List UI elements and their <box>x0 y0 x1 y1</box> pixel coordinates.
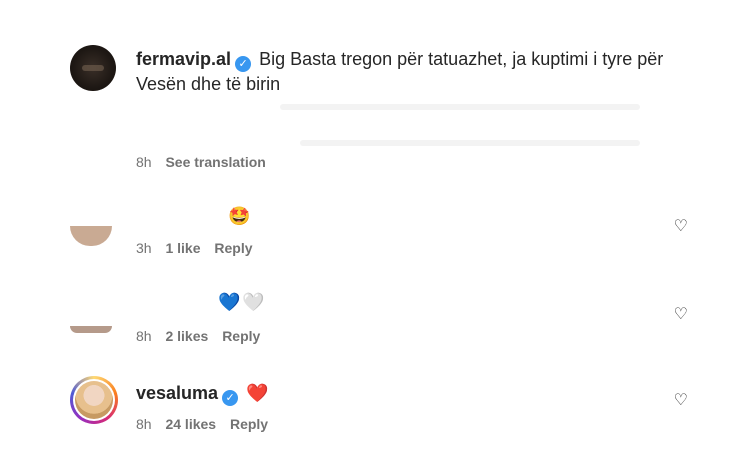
logo-icon <box>82 65 104 71</box>
caption-text: fermavip.al ✓ Big Basta tregon për tatuaz… <box>136 47 696 97</box>
heart-outline-icon[interactable]: ♡ <box>674 304 688 324</box>
avatar[interactable] <box>70 326 112 333</box>
likes-count[interactable]: 24 likes <box>165 416 216 432</box>
white-heart-emoji: 🤍 <box>242 292 265 312</box>
blue-heart-emoji: 💙 <box>218 292 241 312</box>
blur-decoration <box>300 140 640 146</box>
reply-button[interactable]: Reply <box>230 416 268 432</box>
comment-item: 🤩 3h 1 like Reply ♡ <box>70 200 710 260</box>
comment-meta: 8h 24 likes Reply <box>136 416 278 432</box>
likes-count[interactable]: 1 like <box>165 240 200 256</box>
see-translation-button[interactable]: See translation <box>165 154 265 170</box>
likes-count[interactable]: 2 likes <box>165 328 208 344</box>
comment-item: 💙 🤍 8h 2 likes Reply ♡ <box>70 290 710 350</box>
comment-time: 8h <box>136 328 152 344</box>
red-heart-emoji: ❤️ <box>246 383 269 403</box>
avatar[interactable] <box>70 226 112 246</box>
verified-badge-icon: ✓ <box>222 390 239 406</box>
username-link[interactable]: fermavip.al <box>136 49 231 69</box>
comment-item: vesaluma ✓ ❤️ 8h 24 likes Reply ♡ <box>70 376 710 436</box>
verified-badge-icon: ✓ <box>235 56 252 72</box>
post-time: 8h <box>136 154 152 170</box>
username-link[interactable]: vesaluma <box>136 383 218 403</box>
post-meta: 8h See translation <box>136 154 276 170</box>
star-struck-emoji: 🤩 <box>228 206 251 226</box>
blur-decoration <box>280 104 640 110</box>
heart-outline-icon[interactable]: ♡ <box>674 216 688 236</box>
avatar-vesaluma[interactable] <box>70 376 118 424</box>
heart-outline-icon[interactable]: ♡ <box>674 390 688 410</box>
comment-meta: 8h 2 likes Reply <box>136 328 270 344</box>
comment-meta: 3h 1 like Reply <box>136 240 263 256</box>
avatar-fermavip[interactable] <box>70 45 116 91</box>
comment-text: vesaluma ✓ ❤️ <box>136 382 269 406</box>
comment-time: 3h <box>136 240 152 256</box>
comment-time: 8h <box>136 416 152 432</box>
reply-button[interactable]: Reply <box>222 328 260 344</box>
reply-button[interactable]: Reply <box>214 240 252 256</box>
